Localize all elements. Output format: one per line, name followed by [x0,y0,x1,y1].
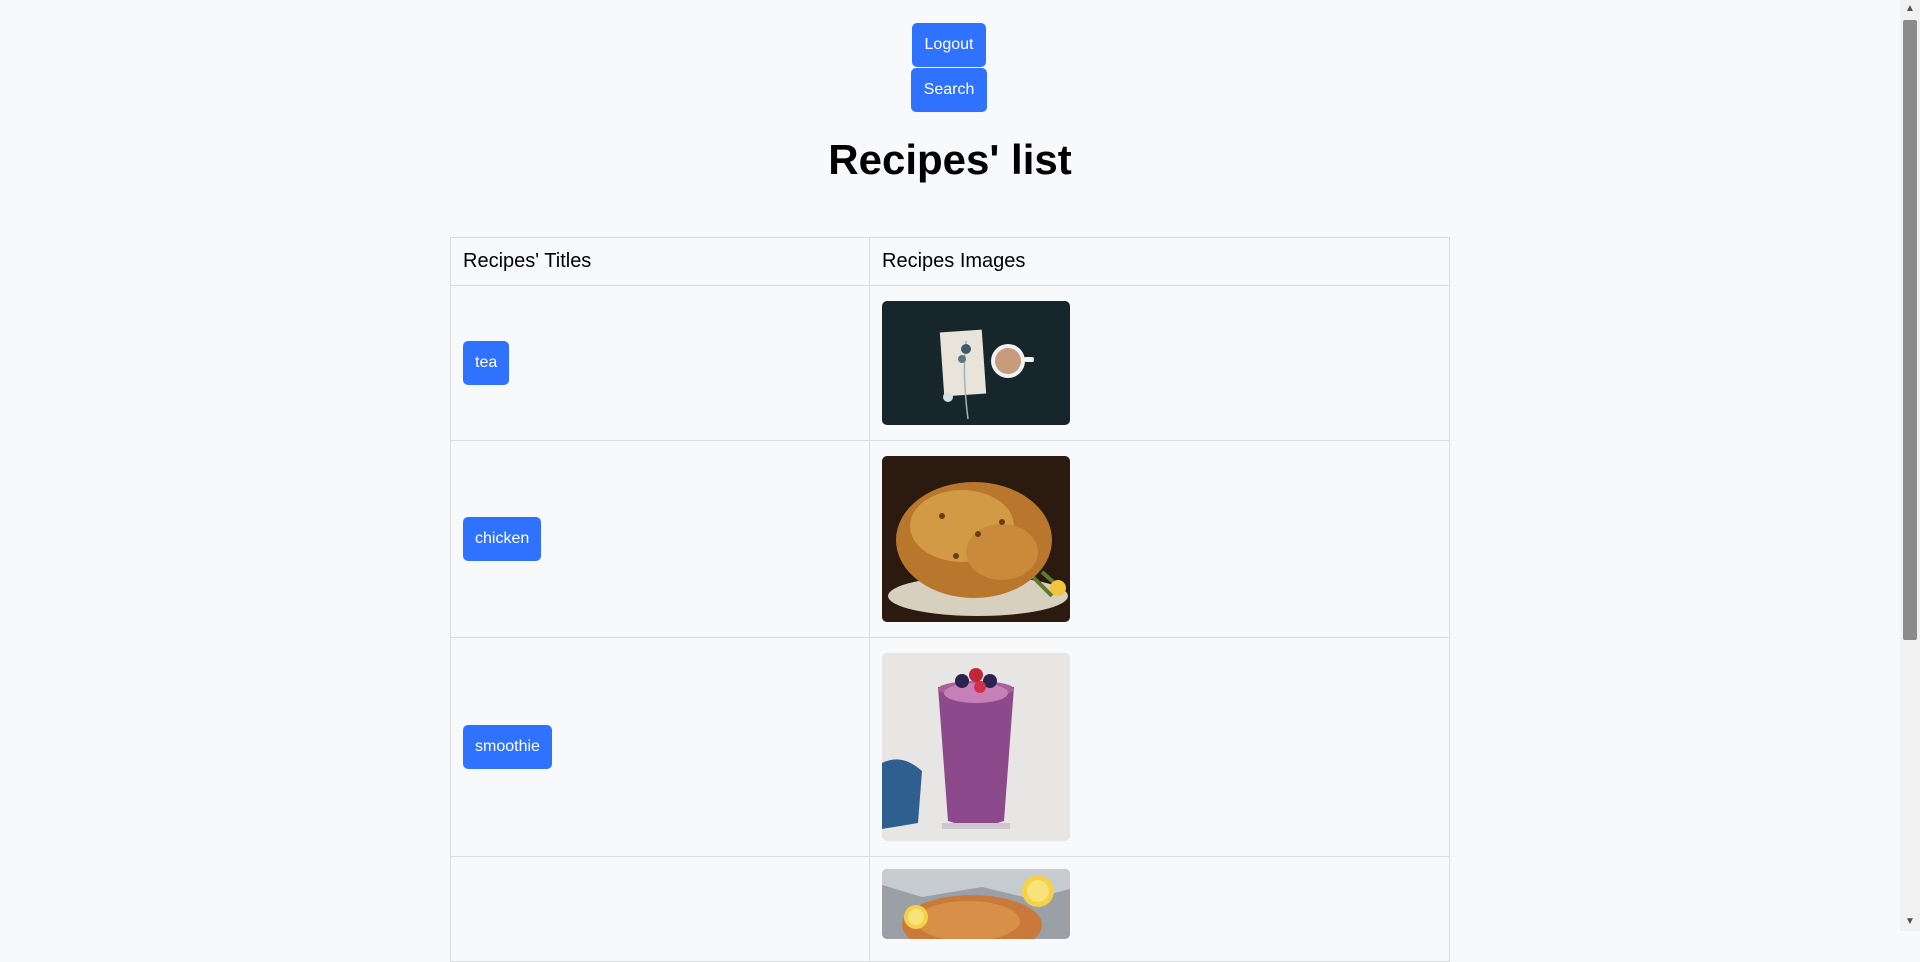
table-row: tea [450,285,1450,441]
recipe-title-cell: smoothie [450,637,870,857]
recipe-button-tea[interactable]: tea [463,341,510,385]
column-header-images: Recipes Images [869,237,1450,286]
logout-button[interactable]: Logout [912,23,986,67]
table-row: chicken [450,440,1450,638]
vertical-scrollbar[interactable]: ▲ ▼ [1900,0,1920,931]
table-header-row: Recipes' Titles Recipes Images [450,237,1450,286]
table-row: smoothie [450,637,1450,857]
recipe-image-tea [882,301,1070,425]
scrollbar-thumb[interactable] [1903,20,1917,640]
recipe-image-chicken [882,456,1070,622]
table-row [450,856,1450,962]
page-title: Recipes' list [828,136,1072,183]
recipe-image-salmon [882,869,1070,939]
recipe-button-chicken[interactable]: chicken [463,517,542,561]
recipe-image-cell [869,637,1450,857]
page: Logout Search Recipes' list Recipes' Tit… [0,0,1900,962]
recipe-image-smoothie [882,653,1070,841]
recipes-table: Recipes' Titles Recipes Images tea chick… [450,237,1450,962]
search-button[interactable]: Search [911,68,987,112]
recipe-image-cell [869,856,1450,962]
recipe-title-cell [450,856,870,962]
recipe-image-cell [869,285,1450,441]
scroll-up-arrow-icon[interactable]: ▲ [1900,0,1920,18]
scroll-down-arrow-icon[interactable]: ▼ [1900,913,1920,931]
recipe-button-smoothie[interactable]: smoothie [463,725,552,769]
column-header-titles: Recipes' Titles [450,237,870,286]
recipe-title-cell: tea [450,285,870,441]
recipe-image-cell [869,440,1450,638]
recipe-title-cell: chicken [450,440,870,638]
